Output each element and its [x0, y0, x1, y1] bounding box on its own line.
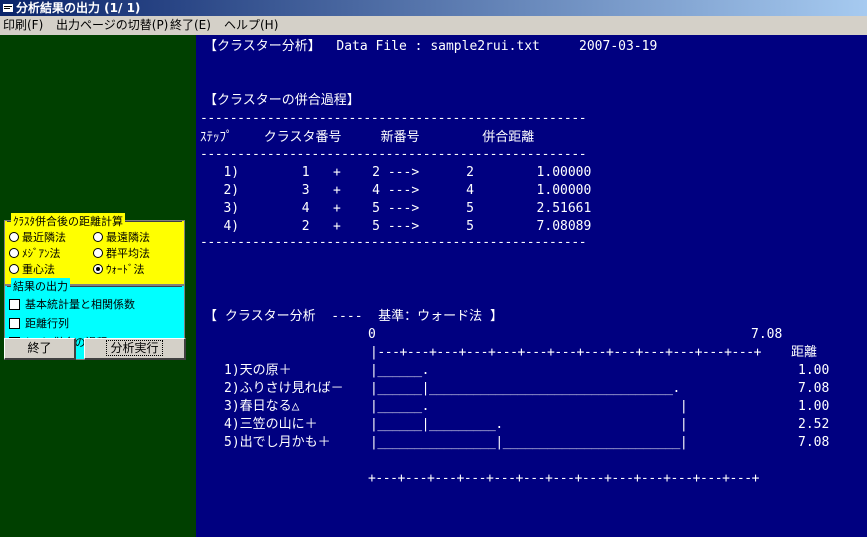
distance-label: 距離: [791, 345, 818, 360]
dendro-label: 3)春日なる△: [224, 399, 300, 414]
dendro-label: 2)ふりさけ見れば－: [224, 381, 344, 396]
merge-row: 3) 4 + 5 ---> 5 2.51661: [200, 201, 592, 216]
dendro-branch: |______|_________. |: [370, 417, 688, 432]
radio-icon: [93, 248, 103, 258]
exit-button[interactable]: 終了: [4, 338, 76, 360]
dendro-label: 4)三笠の山に＋: [224, 417, 318, 432]
dendro-branch: |________________|______________________…: [370, 435, 688, 450]
radio-icon: [93, 232, 103, 242]
radio-nearest[interactable]: 最近隣法: [9, 229, 66, 245]
radio-icon: [9, 248, 19, 258]
dendro-branch: |______. |: [370, 399, 688, 414]
dendro-branch: |______.: [370, 363, 430, 378]
checkbox-basic-stats[interactable]: 基本統計量と相関係数: [9, 296, 135, 312]
radio-icon: [9, 264, 19, 274]
table-separator-top: ----------------------------------------…: [200, 111, 587, 126]
checkbox-distance-matrix[interactable]: 距離行列: [9, 315, 69, 331]
radio-centroid[interactable]: 重心法: [9, 261, 55, 277]
window-title: 分析結果の出力 (1/ 1): [16, 1, 141, 15]
merge-row: 1) 1 + 2 ---> 2 1.00000: [200, 165, 592, 180]
dendro-label: 1)天の原＋: [224, 363, 292, 378]
radio-icon: [9, 232, 19, 242]
distance-group-title: ｸﾗｽﾀ併合後の距離計算: [11, 213, 125, 229]
menu-bar: 印刷(F) 出力ページの切替(P) 終了(E) ヘルプ(H): [0, 16, 867, 35]
dendro-distance: 7.08: [798, 381, 830, 396]
dendro-branch: |______|________________________________…: [370, 381, 680, 396]
scale-footer-line: +---+---+---+---+---+---+---+---+---+---…: [368, 471, 759, 486]
checkbox-icon: [9, 317, 20, 329]
dendro-label: 5)出でし月かも＋: [224, 435, 331, 450]
run-analysis-button[interactable]: 分析実行: [84, 338, 186, 360]
radio-median[interactable]: ﾒｼﾞｱﾝ法: [9, 245, 61, 261]
radio-group-average[interactable]: 群平均法: [93, 245, 150, 261]
dendro-distance: 1.00: [798, 399, 830, 414]
scale-min: 0: [368, 327, 376, 342]
output-group-title: 結果の出力: [11, 278, 70, 294]
menu-print[interactable]: 印刷(F): [3, 16, 43, 35]
merge-row: 2) 3 + 4 ---> 4 1.00000: [200, 183, 592, 198]
table-separator-bottom: ----------------------------------------…: [200, 235, 587, 250]
report-area: 【クラスター分析】 Data File : sample2rui.txt 200…: [196, 35, 867, 537]
menu-switch-page[interactable]: 出力ページの切替(P): [56, 16, 168, 35]
dendro-distance: 2.52: [798, 417, 830, 432]
dendro-distance: 1.00: [798, 363, 830, 378]
menu-help[interactable]: ヘルプ(H): [224, 16, 278, 35]
dendro-distance: 7.08: [798, 435, 830, 450]
title-bar: 分析結果の出力 (1/ 1): [0, 0, 867, 16]
app-icon: [3, 4, 13, 12]
menu-exit[interactable]: 終了(E): [170, 16, 211, 35]
report-header: 【クラスター分析】 Data File : sample2rui.txt 200…: [204, 39, 658, 54]
radio-ward[interactable]: ｳｫｰﾄﾞ法: [93, 261, 145, 277]
distance-method-group: ｸﾗｽﾀ併合後の距離計算 最近隣法 最遠隣法 ﾒｼﾞｱﾝ法 群平均法 重心法 ｳ…: [4, 213, 185, 285]
checkbox-icon: [9, 298, 20, 310]
table-separator-mid: ----------------------------------------…: [200, 147, 587, 162]
scale-line: |---+---+---+---+---+---+---+---+---+---…: [370, 345, 761, 360]
radio-selected-icon: [93, 264, 103, 274]
radio-farthest[interactable]: 最遠隣法: [93, 229, 150, 245]
scale-max: 7.08: [751, 327, 783, 342]
control-panel: ｸﾗｽﾀ併合後の距離計算 最近隣法 最遠隣法 ﾒｼﾞｱﾝ法 群平均法 重心法 ｳ…: [0, 35, 196, 537]
dendrogram-title: 【 クラスター分析 ---- 基準：ウォード法 】: [204, 309, 504, 324]
merge-process-title: 【クラスターの併合過程】: [204, 93, 360, 108]
merge-table-header: ｽﾃｯﾌﾟ クラスタ番号 新番号 併合距離: [200, 130, 535, 145]
